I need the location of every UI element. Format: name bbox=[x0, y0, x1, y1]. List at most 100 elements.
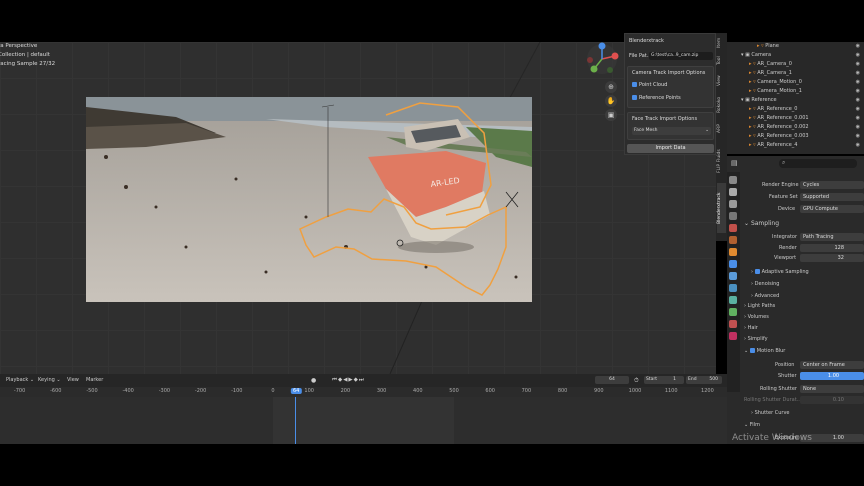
outliner-row[interactable]: ▾ ▣ Camera ◉ bbox=[727, 51, 864, 60]
tab-flip-fluids[interactable]: FLIP Fluids bbox=[717, 141, 726, 181]
rolling-duration-field[interactable]: 0.10 bbox=[800, 396, 864, 404]
shutter-slider[interactable]: 1.00 bbox=[800, 372, 864, 380]
visibility-icon[interactable]: ◉ bbox=[856, 96, 860, 105]
view-layer-tab-icon[interactable] bbox=[729, 212, 737, 220]
visibility-icon[interactable]: ◉ bbox=[856, 105, 860, 114]
rolling-shutter-label: Rolling Shutter bbox=[760, 386, 797, 392]
scene-tab-icon[interactable] bbox=[729, 224, 737, 232]
outliner-row[interactable]: ▸ ▿ AR_Reference_0.002 ◉ bbox=[727, 123, 864, 132]
advanced-subpanel[interactable]: › Advanced bbox=[751, 293, 779, 299]
timeline-ruler[interactable]: -700 -600 -500 -400 -300 -200 -100 0 64 100 200 300… bbox=[0, 387, 727, 397]
hair-panel[interactable]: › Hair bbox=[744, 325, 758, 331]
world-tab-icon[interactable] bbox=[729, 236, 737, 244]
zoom-icon[interactable]: ⊕ bbox=[605, 81, 617, 93]
face-mode-dropdown[interactable]: Face Mesh ⌄ bbox=[632, 127, 711, 135]
device-dropdown[interactable]: GPU Compute bbox=[800, 205, 864, 213]
denoising-label: Denoising bbox=[754, 281, 780, 287]
timeline-tick-label: 0 bbox=[271, 388, 275, 394]
camera-icon[interactable]: ▣ bbox=[605, 109, 617, 121]
visibility-icon[interactable]: ◉ bbox=[856, 114, 860, 123]
denoising-subpanel[interactable]: › Denoising bbox=[751, 281, 779, 287]
render-tab-icon[interactable] bbox=[729, 188, 737, 196]
object-tab-icon[interactable] bbox=[729, 248, 737, 256]
position-dropdown[interactable]: Center on Frame bbox=[800, 361, 864, 369]
start-frame-field[interactable]: Start 1 bbox=[644, 376, 684, 384]
playback-controls[interactable]: ⏮◆◀▶◆⏭ bbox=[332, 377, 365, 384]
adaptive-sampling-checkbox[interactable]: › Adaptive Sampling bbox=[751, 269, 809, 275]
motion-blur-panel[interactable]: ⌄ Motion Blur bbox=[744, 348, 785, 354]
outliner-row[interactable]: ▸ ▿ AR_Camera_0 ◉ bbox=[727, 60, 864, 69]
properties-tabs bbox=[727, 172, 740, 392]
modifier-tab-icon[interactable] bbox=[729, 260, 737, 268]
3d-viewport[interactable]: ra Perspective Collection | default raci… bbox=[0, 42, 716, 374]
visibility-icon[interactable]: ◉ bbox=[856, 51, 860, 60]
visibility-icon[interactable]: ◉ bbox=[856, 123, 860, 132]
hand-icon[interactable]: ✋ bbox=[605, 95, 617, 107]
tool-tab-icon[interactable] bbox=[729, 176, 737, 184]
view-menu[interactable]: View bbox=[67, 377, 79, 383]
visibility-icon[interactable]: ◉ bbox=[856, 132, 860, 141]
tab-blenderxtrack[interactable]: Blenderxtrack bbox=[717, 183, 726, 233]
visibility-icon[interactable]: ◉ bbox=[856, 87, 860, 96]
jump-end-icon[interactable]: ⏭ bbox=[359, 377, 365, 383]
visibility-icon[interactable]: ◉ bbox=[856, 60, 860, 69]
properties-search-input[interactable]: ⌕ bbox=[779, 159, 857, 168]
render-samples-field[interactable]: 128 bbox=[800, 244, 864, 252]
texture-tab-icon[interactable] bbox=[729, 332, 737, 340]
keying-menu[interactable]: Keying ⌄ bbox=[38, 377, 61, 383]
reference-points-label: Reference Points bbox=[639, 95, 681, 101]
constraints-tab-icon[interactable] bbox=[729, 296, 737, 304]
material-tab-icon[interactable] bbox=[729, 320, 737, 328]
particles-tab-icon[interactable] bbox=[729, 272, 737, 280]
outliner-row[interactable]: ▸ ▿ Camera_Motion_1 ◉ bbox=[727, 87, 864, 96]
tab-arp[interactable]: ARP bbox=[717, 121, 726, 137]
visibility-icon[interactable]: ◉ bbox=[856, 141, 860, 150]
integrator-dropdown[interactable]: Path Tracing bbox=[800, 233, 864, 241]
current-frame-field[interactable]: 64 bbox=[595, 376, 629, 384]
volumes-panel[interactable]: › Volumes bbox=[744, 314, 769, 320]
timeline-tick-label: 400 bbox=[413, 388, 423, 394]
data-tab-icon[interactable] bbox=[729, 308, 737, 316]
tab-rokoko[interactable]: Rokoko bbox=[717, 93, 726, 117]
playback-menu[interactable]: Playback ⌄ bbox=[6, 377, 34, 383]
marker-menu[interactable]: Marker bbox=[86, 377, 103, 383]
tab-item[interactable]: Item bbox=[717, 35, 726, 51]
feature-set-dropdown[interactable]: Supported bbox=[800, 193, 864, 201]
outliner-row[interactable]: ▾ ▣ Reference ◉ bbox=[727, 96, 864, 105]
outliner-row[interactable]: ▸ ▿ Plane ◉ bbox=[727, 42, 864, 51]
tab-tool[interactable]: Tool bbox=[717, 53, 726, 69]
sidebar-tabs: Item Tool View Rokoko ARP FLIP Fluids Bl… bbox=[716, 33, 727, 241]
film-panel[interactable]: ⌄ Film bbox=[744, 422, 760, 428]
outliner-row[interactable]: ▸ ▿ AR_Reference_4 ◉ bbox=[727, 141, 864, 150]
light-paths-panel[interactable]: › Light Paths bbox=[744, 303, 775, 309]
render-engine-dropdown[interactable]: Cycles bbox=[800, 181, 864, 189]
output-tab-icon[interactable] bbox=[729, 200, 737, 208]
tab-view[interactable]: View bbox=[717, 73, 726, 89]
sampling-panel-header[interactable]: ⌄ Sampling bbox=[744, 220, 779, 227]
visibility-icon[interactable]: ◉ bbox=[856, 42, 860, 51]
timeline-area[interactable] bbox=[0, 397, 727, 444]
outliner-row[interactable]: ▸ ▿ AR_Reference_0.001 ◉ bbox=[727, 114, 864, 123]
record-icon[interactable]: ● bbox=[311, 377, 316, 384]
visibility-icon[interactable]: ◉ bbox=[856, 78, 860, 87]
rolling-shutter-dropdown[interactable]: None bbox=[800, 385, 864, 393]
reference-points-checkbox[interactable]: Reference Points bbox=[632, 95, 681, 101]
checkbox-checked-icon bbox=[754, 269, 760, 274]
import-data-button[interactable]: Import Data bbox=[627, 144, 714, 153]
editor-type-icon[interactable]: ▤ bbox=[731, 159, 739, 167]
outliner-row[interactable]: ▸ ▿ AR_Reference_0 ◉ bbox=[727, 105, 864, 114]
outliner-row[interactable]: ▸ ▿ AR_Reference_0.003 ◉ bbox=[727, 132, 864, 141]
panel-header[interactable]: Blenderxtrack bbox=[629, 38, 664, 44]
simplify-panel[interactable]: › Simplify bbox=[744, 336, 768, 342]
outliner-row[interactable]: ▸ ▿ AR_Camera_1 ◉ bbox=[727, 69, 864, 78]
viewport-samples-field[interactable]: 32 bbox=[800, 254, 864, 262]
navigation-gizmo[interactable] bbox=[585, 42, 619, 76]
timeline-tick-label: -200 bbox=[194, 388, 207, 394]
outliner-row[interactable]: ▸ ▿ Camera_Motion_0 ◉ bbox=[727, 78, 864, 87]
physics-tab-icon[interactable] bbox=[729, 284, 737, 292]
shutter-curve-subpanel[interactable]: › Shutter Curve bbox=[751, 410, 790, 416]
point-cloud-checkbox[interactable]: Point Cloud bbox=[632, 82, 667, 88]
end-frame-field[interactable]: End 500 bbox=[686, 376, 722, 384]
visibility-icon[interactable]: ◉ bbox=[856, 69, 860, 78]
file-path-input[interactable]: G:\test\ca..9_cam.zip bbox=[649, 52, 713, 60]
